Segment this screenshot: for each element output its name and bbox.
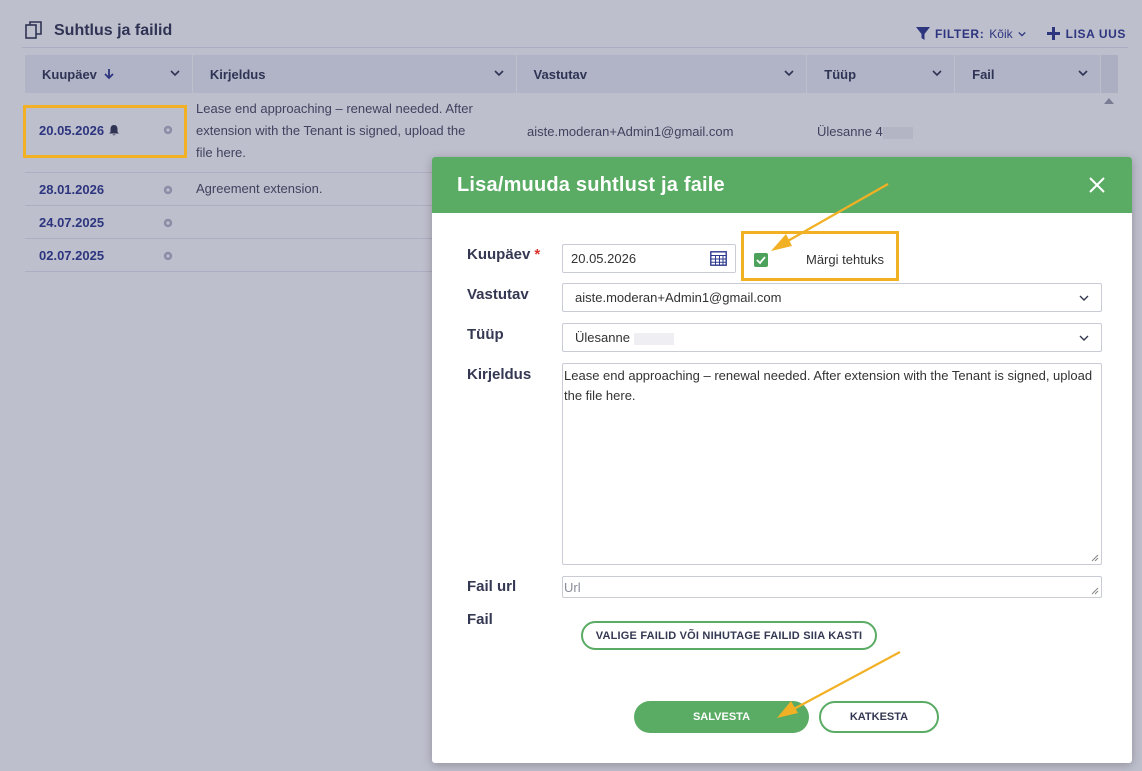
date-field[interactable]: 20.05.2026 bbox=[562, 244, 736, 273]
file-upload-button[interactable]: VALIGE FAILID VÕI NIHUTAGE FAILID SIIA K… bbox=[581, 621, 877, 650]
close-icon[interactable] bbox=[1088, 176, 1106, 194]
resize-handle-icon[interactable] bbox=[1091, 554, 1099, 562]
file-url-input[interactable]: Url bbox=[562, 576, 1102, 598]
responsible-label: Vastutav bbox=[467, 286, 529, 303]
cancel-button[interactable]: KATKESTA bbox=[819, 701, 939, 733]
description-label: Kirjeldus bbox=[467, 366, 532, 383]
file-url-label: Fail url bbox=[467, 578, 517, 595]
chevron-down-icon bbox=[1079, 295, 1089, 301]
responsible-select[interactable]: aiste.moderan+Admin1@gmail.com bbox=[562, 283, 1102, 312]
mark-done-label[interactable]: Märgi tehtuks bbox=[806, 252, 884, 267]
calendar-icon[interactable] bbox=[710, 251, 727, 266]
required-mark: * bbox=[534, 246, 541, 263]
date-label: Kuupäev * bbox=[467, 246, 541, 263]
highlight-box bbox=[23, 105, 187, 158]
file-label: Fail bbox=[467, 611, 493, 628]
dialog-header: Lisa/muuda suhtlust ja faile bbox=[432, 157, 1132, 213]
mark-done-checkbox[interactable] bbox=[754, 253, 768, 267]
type-label: Tüüp bbox=[467, 326, 504, 343]
mark-done-highlight: Märgi tehtuks bbox=[741, 231, 899, 281]
edit-communication-dialog: Lisa/muuda suhtlust ja faile Kuupäev * 20… bbox=[432, 157, 1132, 763]
type-select[interactable]: Ülesanne bbox=[562, 323, 1102, 352]
save-button[interactable]: SALVESTA bbox=[634, 701, 809, 733]
chevron-down-icon bbox=[1079, 335, 1089, 341]
dialog-title: Lisa/muuda suhtlust ja faile bbox=[457, 174, 725, 196]
description-textarea[interactable]: Lease end approaching – renewal needed. … bbox=[562, 363, 1102, 565]
check-icon bbox=[756, 256, 766, 265]
redacted-block bbox=[633, 332, 674, 345]
resize-handle-icon[interactable] bbox=[1091, 587, 1099, 595]
